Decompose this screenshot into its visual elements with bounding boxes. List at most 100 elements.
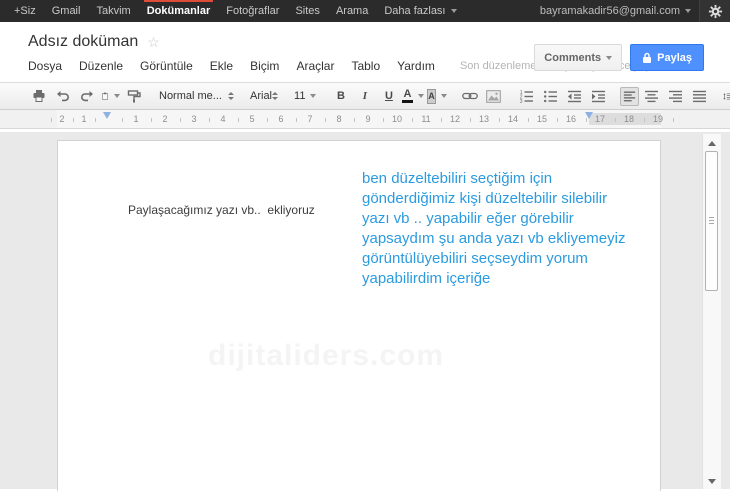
line-spacing-button[interactable] xyxy=(721,86,730,106)
bullet-list-icon xyxy=(544,90,558,102)
ruler-tick xyxy=(266,118,268,122)
highlight-color-icon: A xyxy=(427,88,436,104)
topbar-item--siz[interactable]: +Siz xyxy=(6,0,44,22)
italic-button[interactable]: I xyxy=(353,86,376,106)
account-menu[interactable]: bayramakadir56@gmail.com xyxy=(532,5,699,17)
left-indent-marker[interactable] xyxy=(103,112,111,119)
formatting-toolbar: Normal me... Arial 11 B I U A A 1 2 3 xyxy=(0,82,730,110)
topbar-item-sites[interactable]: Sites xyxy=(287,0,327,22)
vertical-scrollbar[interactable] xyxy=(702,134,721,489)
insert-image-button[interactable] xyxy=(482,86,505,106)
watermark: dijitaliders.com xyxy=(208,339,445,372)
share-button[interactable]: Paylaş xyxy=(630,44,704,71)
menu-ekle[interactable]: Ekle xyxy=(210,59,233,73)
scroll-down-button[interactable] xyxy=(703,474,721,488)
bullet-list-button[interactable] xyxy=(539,86,562,106)
ruler-number: 7 xyxy=(307,114,313,124)
google-topbar: +Siz Gmail Takvim Dokümanlar Fotoğraflar Site… xyxy=(0,0,730,22)
menu-bi-im[interactable]: Biçim xyxy=(250,59,279,73)
ruler-tick xyxy=(95,118,96,122)
bold-button[interactable]: B xyxy=(329,86,352,106)
menu-yard-m[interactable]: Yardım xyxy=(397,59,435,73)
topbar-item-foto-raflar[interactable]: Fotoğraflar xyxy=(218,0,287,22)
scrollbar-thumb[interactable] xyxy=(705,151,718,291)
text-color-button[interactable]: A xyxy=(401,86,424,106)
updown-icon xyxy=(272,92,279,100)
increase-indent-button[interactable] xyxy=(587,86,610,106)
font-size-value: 11 xyxy=(294,90,306,102)
align-center-icon xyxy=(645,90,659,102)
chevron-down-icon xyxy=(417,94,424,98)
chevron-down-icon xyxy=(606,55,613,60)
ruler-number: 12 xyxy=(449,114,461,124)
decrease-indent-button[interactable] xyxy=(563,86,586,106)
paragraph-style-dropdown[interactable]: Normal me... xyxy=(156,86,237,106)
topbar-item-dok-manlar[interactable]: Dokümanlar xyxy=(139,0,219,22)
outdent-icon xyxy=(568,90,582,102)
ruler-tick xyxy=(179,118,181,122)
chevron-down-icon xyxy=(114,94,120,98)
app-window: { "colors":{"accent_red":"#dd4b39","shar… xyxy=(0,0,730,491)
ruler-tick xyxy=(295,118,297,122)
undo-button[interactable] xyxy=(51,86,74,106)
topbar-items: +Siz Gmail Takvim Dokümanlar Fotoğraflar Site… xyxy=(6,0,465,22)
highlight-color-button[interactable]: A xyxy=(425,86,448,106)
ruler-tick xyxy=(498,118,500,122)
account-email: bayramakadir56@gmail.com xyxy=(539,5,680,17)
menu-d-zenle[interactable]: Düzenle xyxy=(79,59,123,73)
topbar-item-gmail[interactable]: Gmail xyxy=(44,0,89,22)
ruler-tick xyxy=(643,118,645,122)
ruler-number: 1 xyxy=(133,114,139,124)
align-right-button[interactable] xyxy=(664,86,687,106)
settings-button[interactable] xyxy=(700,0,730,22)
document-page[interactable]: dijitaliders.com Paylaşacağımız yazı vb.… xyxy=(57,140,661,491)
topbar-item-arama[interactable]: Arama xyxy=(328,0,376,22)
arrow-up-icon xyxy=(708,140,716,146)
star-icon[interactable]: ☆ xyxy=(147,35,160,49)
document-title[interactable]: Adsız doküman xyxy=(28,33,138,51)
menu-ara-lar[interactable]: Araçlar xyxy=(296,59,334,73)
ruler-number: 18 xyxy=(623,114,635,124)
print-button[interactable] xyxy=(27,86,50,106)
menu-tablo[interactable]: Tablo xyxy=(351,59,380,73)
numbered-list-icon: 123 xyxy=(520,90,534,103)
ruler-number: 2 xyxy=(59,114,65,124)
comments-button[interactable]: Comments xyxy=(534,44,623,71)
topbar-item-daha-fazlas-[interactable]: Daha fazlası xyxy=(376,0,464,22)
menu-dosya[interactable]: Dosya xyxy=(28,59,62,73)
menubar: Dosya Düzenle Görüntüle Ekle Biçim Araçlar Tab… xyxy=(28,59,452,73)
ruler-number: 15 xyxy=(536,114,548,124)
link-icon xyxy=(462,92,478,100)
ruler-tick xyxy=(353,118,355,122)
ruler-tick xyxy=(585,118,587,122)
align-justify-icon xyxy=(693,90,707,102)
paint-format-button[interactable] xyxy=(123,86,146,106)
comment-text-block: ben düzeltebiliri seçtiğim için gönderdiğ… xyxy=(362,169,625,289)
numbered-list-button[interactable]: 123 xyxy=(515,86,538,106)
ruler-number: 2 xyxy=(162,114,168,124)
ruler-number: 6 xyxy=(278,114,284,124)
font-dropdown[interactable]: Arial xyxy=(247,86,281,106)
ruler-tick xyxy=(73,118,74,122)
redo-button[interactable] xyxy=(75,86,98,106)
menu-g-r-nt-le[interactable]: Görüntüle xyxy=(140,59,193,73)
scroll-up-button[interactable] xyxy=(703,136,721,150)
comments-label: Comments xyxy=(544,51,602,64)
ruler-number: 14 xyxy=(507,114,519,124)
font-size-dropdown[interactable]: 11 xyxy=(291,86,319,106)
ruler-tick xyxy=(614,118,616,122)
ruler-tick xyxy=(324,118,326,122)
ruler-number: 9 xyxy=(365,114,371,124)
align-left-button[interactable] xyxy=(620,86,640,106)
ruler-tick xyxy=(527,118,529,122)
ruler-tick xyxy=(411,118,413,122)
font-value: Arial xyxy=(250,90,273,102)
insert-link-button[interactable] xyxy=(458,86,481,106)
svg-text:3: 3 xyxy=(520,98,523,102)
paste-button[interactable] xyxy=(99,86,122,106)
ruler-tick xyxy=(440,118,442,122)
topbar-item-takvim[interactable]: Takvim xyxy=(88,0,138,22)
align-justify-button[interactable] xyxy=(688,86,711,106)
underline-button[interactable]: U xyxy=(377,86,400,106)
align-center-button[interactable] xyxy=(640,86,663,106)
